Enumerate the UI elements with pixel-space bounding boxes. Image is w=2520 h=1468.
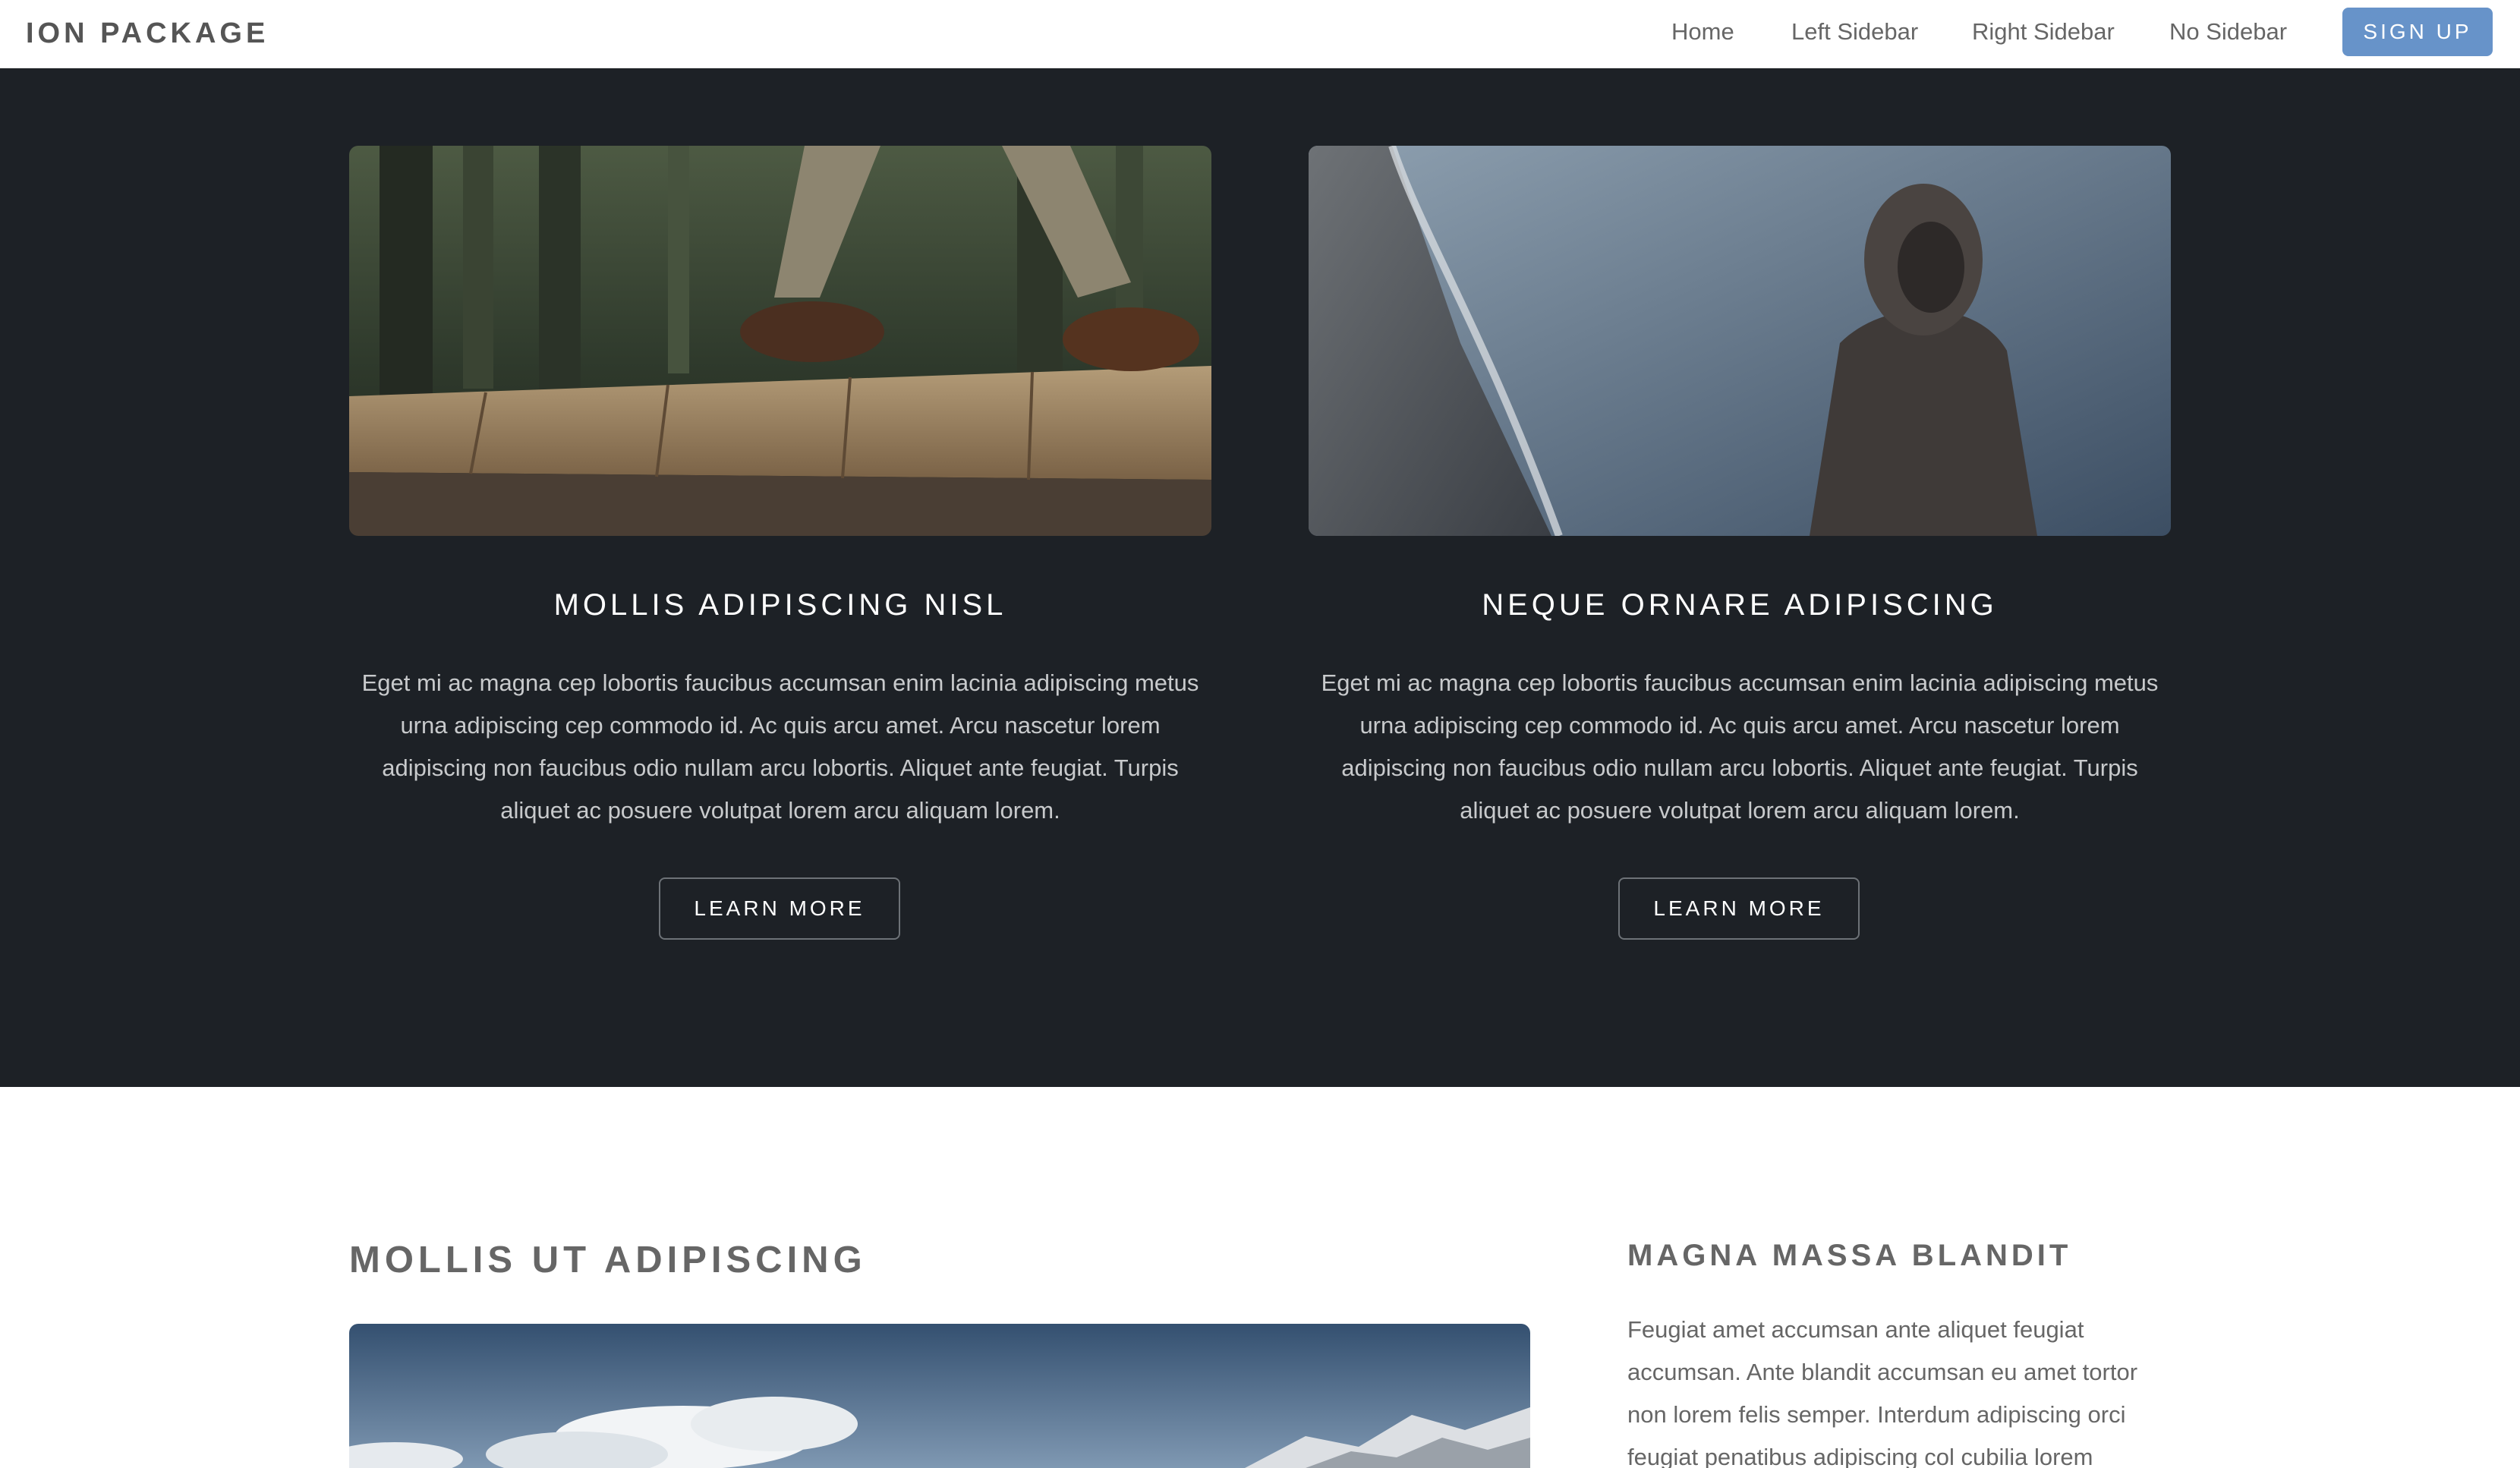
hooded-figure-beach-image[interactable] (1309, 146, 2171, 536)
feature-title-2: NEQUE ORNARE ADIPISCING (1482, 588, 1998, 622)
nav-link-left-sidebar[interactable]: Left Sidebar (1791, 17, 1918, 47)
signup-button[interactable]: SIGN UP (2342, 8, 2493, 56)
sidebar-text-line: feugiat penatibus adipiscing col cubilia… (1627, 1444, 2093, 1468)
learn-more-button-2[interactable]: LEARN MORE (1618, 877, 1860, 940)
sidebar-title: MAGNA MASSA BLANDIT (1627, 1239, 2072, 1272)
brand-logo[interactable]: ION PACKAGE (26, 17, 269, 50)
sidebar-text-line: non lorem felis semper. Interdum adipisc… (1627, 1401, 2126, 1428)
feature-band: MOLLIS ADIPISCING NISL Eget mi ac magna … (0, 68, 2520, 1087)
sidebar-text-line: Feugiat amet accumsan ante aliquet feugi… (1627, 1316, 2084, 1343)
nav-link-no-sidebar[interactable]: No Sidebar (2169, 17, 2287, 47)
nav-link-home[interactable]: Home (1671, 17, 1734, 47)
nav-link-right-sidebar[interactable]: Right Sidebar (1972, 17, 2115, 47)
feature-text-line: aliquet ac posuere volutpat lorem arcu a… (1460, 797, 2020, 824)
main-section-title: MOLLIS UT ADIPISCING (349, 1240, 867, 1281)
feature-text-line: Eget mi ac magna cep lobortis faucibus a… (1321, 669, 2159, 696)
sidebar-text: Feugiat amet accumsan ante aliquet feugi… (1627, 1309, 2174, 1468)
feature-text-line: urna adipiscing cep commodo id. Ac quis … (1359, 712, 2120, 739)
feature-text-line: Eget mi ac magna cep lobortis faucibus a… (361, 669, 1199, 696)
top-nav: ION PACKAGE Home Left Sidebar Right Side… (0, 0, 2520, 68)
forest-boardwalk-image[interactable] (349, 146, 1211, 536)
feature-text-line: urna adipiscing cep commodo id. Ac quis … (400, 712, 1161, 739)
feature-text-2: Eget mi ac magna cep lobortis faucibus a… (1309, 662, 2171, 832)
feature-text-line: aliquet ac posuere volutpat lorem arcu a… (500, 797, 1060, 824)
learn-more-button-1[interactable]: LEARN MORE (659, 877, 900, 940)
feature-text-line: adipiscing non faucibus odio nullam arcu… (1341, 754, 2138, 781)
mountain-sky-image[interactable] (349, 1324, 1530, 1468)
feature-title-1: MOLLIS ADIPISCING NISL (553, 588, 1007, 622)
feature-text-line: adipiscing non faucibus odio nullam arcu… (382, 754, 1179, 781)
sidebar-text-line: accumsan. Ante blandit accumsan eu amet … (1627, 1359, 2138, 1385)
feature-text-1: Eget mi ac magna cep lobortis faucibus a… (349, 662, 1211, 832)
